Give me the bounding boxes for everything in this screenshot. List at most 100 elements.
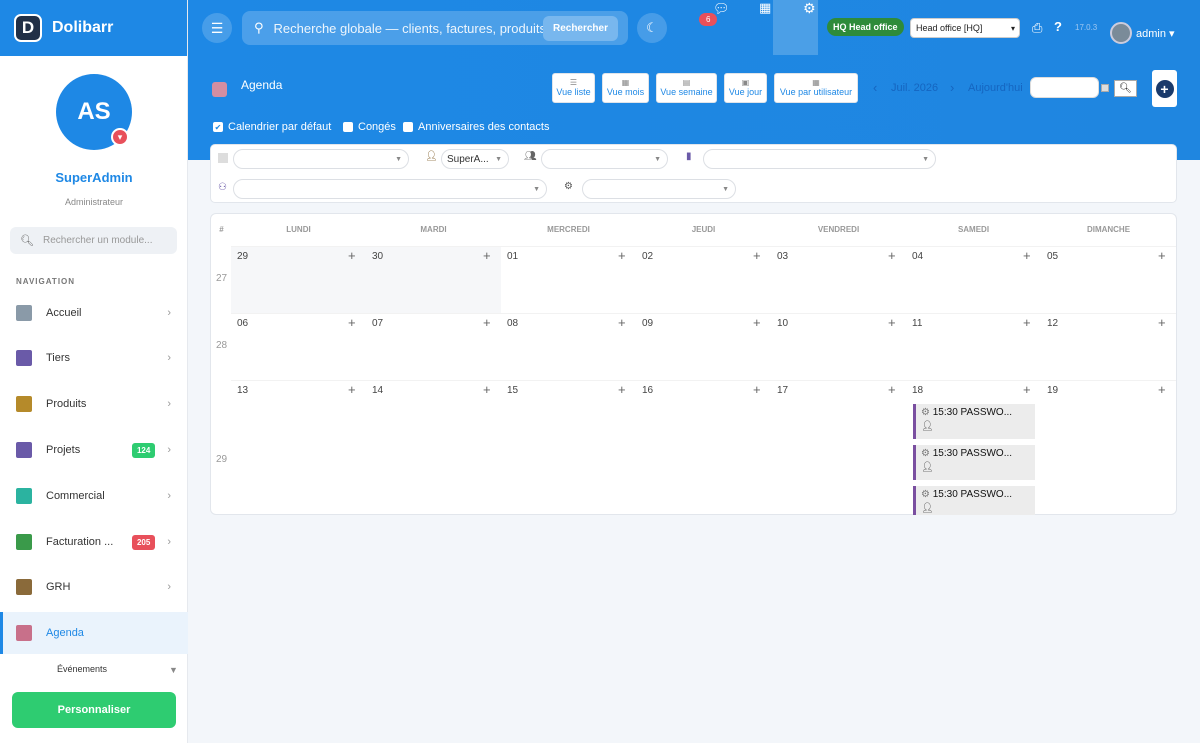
today-button[interactable]: Aujourd'hui — [968, 82, 1023, 94]
avatar-dropdown-icon[interactable]: ▾ — [111, 128, 129, 146]
checkbox-conges[interactable]: Congés — [343, 121, 396, 133]
checkbox-unchecked[interactable] — [403, 122, 413, 132]
gear-icon[interactable]: ⚙ — [803, 0, 816, 17]
calendar-day-cell[interactable] — [1041, 246, 1176, 313]
thirdparty-filter-select[interactable]: ▼ — [703, 149, 936, 169]
view-per-user-button[interactable]: ▦ Vue par utilisateur — [774, 73, 858, 103]
notification-badge[interactable]: 6 — [699, 13, 718, 26]
calendar-day-cell[interactable] — [366, 313, 501, 380]
checkbox-default-calendar[interactable]: ✔ Calendrier par défaut — [213, 121, 331, 133]
view-day-button[interactable]: ▣ Vue jour — [724, 73, 767, 103]
date-picker-icon[interactable] — [1101, 84, 1109, 92]
event-type-select[interactable]: ▼ — [233, 149, 409, 169]
add-event-plus-icon[interactable]: + — [483, 382, 491, 397]
add-event-plus-icon[interactable]: + — [1023, 248, 1031, 263]
day-number[interactable]: 12 — [1047, 318, 1058, 329]
add-event-plus-icon[interactable]: + — [618, 248, 626, 263]
add-event-plus-icon[interactable]: + — [888, 248, 896, 263]
checkbox-birthdays[interactable]: Anniversaires des contacts — [403, 121, 549, 133]
day-number[interactable]: 08 — [507, 318, 518, 329]
menu-toggle-button[interactable]: ☰ — [202, 13, 232, 43]
day-number[interactable]: 30 — [372, 251, 383, 262]
add-event-plus-icon[interactable]: + — [1158, 248, 1166, 263]
add-event-plus-icon[interactable]: + — [1158, 382, 1166, 397]
user-menu[interactable]: admin ▾ — [1136, 27, 1175, 40]
add-event-plus-icon[interactable]: + — [1023, 382, 1031, 397]
calendar-icon[interactable]: ▦ — [759, 0, 771, 16]
calendar-day-cell[interactable] — [231, 380, 366, 515]
day-number[interactable]: 14 — [372, 385, 383, 396]
calendar-day-cell[interactable] — [1041, 313, 1176, 380]
view-month-button[interactable]: ▦ Vue mois — [602, 73, 649, 103]
add-event-plus-icon[interactable]: + — [483, 248, 491, 263]
project-filter-select[interactable]: ▼ — [233, 179, 547, 199]
sidebar-item-projets[interactable]: Projets 124 › — [0, 428, 188, 472]
group-filter-select[interactable]: ▼ — [541, 149, 668, 169]
help-icon[interactable]: ? — [1054, 19, 1062, 34]
sidebar-item-produits[interactable]: Produits › — [0, 382, 188, 426]
add-event-plus-icon[interactable]: + — [483, 315, 491, 330]
checkbox-checked[interactable]: ✔ — [213, 122, 223, 132]
app-name[interactable]: Dolibarr — [52, 19, 113, 37]
add-event-plus-icon[interactable]: + — [348, 382, 356, 397]
calendar-event[interactable]: ⚙ 15:30 PASSWO... 👤︎ — [913, 404, 1035, 439]
day-number[interactable]: 29 — [237, 251, 248, 262]
customize-button[interactable]: Personnaliser — [12, 692, 176, 728]
dark-mode-icon[interactable]: ☾ — [637, 13, 667, 43]
day-number[interactable]: 17 — [777, 385, 788, 396]
add-event-plus-icon[interactable]: + — [753, 315, 761, 330]
sidebar-item-accueil[interactable]: Accueil › — [0, 291, 188, 335]
calendar-day-cell[interactable] — [636, 246, 771, 313]
add-event-plus-icon[interactable]: + — [618, 315, 626, 330]
calendar-event[interactable]: ⚙ 15:30 PASSWO... 👤︎ — [913, 445, 1035, 480]
user-filter-select[interactable]: SuperA... ▼ — [441, 149, 509, 169]
calendar-day-cell[interactable] — [501, 380, 636, 515]
day-number[interactable]: 02 — [642, 251, 653, 262]
day-number[interactable]: 18 — [912, 385, 923, 396]
status-filter-select[interactable]: ▼ — [582, 179, 736, 199]
add-event-plus-icon[interactable]: + — [753, 382, 761, 397]
checkbox-unchecked[interactable] — [343, 122, 353, 132]
user-avatar-small[interactable] — [1110, 22, 1132, 44]
add-event-plus-icon[interactable]: + — [753, 248, 761, 263]
sidebar-item-commercial[interactable]: Commercial › — [0, 474, 188, 518]
add-event-plus-icon[interactable]: + — [888, 315, 896, 330]
day-number[interactable]: 07 — [372, 318, 383, 329]
day-number[interactable]: 03 — [777, 251, 788, 262]
calendar-day-cell[interactable] — [771, 246, 906, 313]
calendar-day-cell[interactable] — [501, 246, 636, 313]
add-event-button[interactable]: + — [1152, 70, 1177, 107]
add-event-plus-icon[interactable]: + — [348, 315, 356, 330]
entity-select[interactable]: Head office [HQ] ▾ — [910, 18, 1020, 38]
view-list-button[interactable]: ☰ Vue liste — [552, 73, 595, 103]
print-icon[interactable]: ⎙ — [1032, 20, 1042, 36]
calendar-day-cell[interactable] — [771, 313, 906, 380]
sidebar-item-agenda[interactable]: Agenda — [0, 612, 188, 654]
add-event-plus-icon[interactable]: + — [348, 248, 356, 263]
day-number[interactable]: 04 — [912, 251, 923, 262]
sidebar-subitem-evenements[interactable]: Événements — [57, 664, 107, 674]
add-event-plus-icon[interactable]: + — [888, 382, 896, 397]
day-number[interactable]: 01 — [507, 251, 518, 262]
calendar-day-cell[interactable] — [1041, 380, 1176, 515]
next-month-button[interactable]: › — [950, 80, 954, 95]
calendar-day-cell[interactable] — [231, 313, 366, 380]
search-icon[interactable]: 🔍︎ — [1114, 80, 1137, 97]
add-event-plus-icon[interactable]: + — [1023, 315, 1031, 330]
calendar-day-cell[interactable] — [636, 313, 771, 380]
sidebar-item-grh[interactable]: GRH › — [0, 565, 188, 609]
date-input[interactable] — [1030, 77, 1099, 98]
add-event-plus-icon[interactable]: + — [618, 382, 626, 397]
day-number[interactable]: 09 — [642, 318, 653, 329]
calendar-day-cell[interactable] — [231, 246, 366, 313]
calendar-day-cell[interactable] — [366, 246, 501, 313]
day-number[interactable]: 11 — [912, 318, 922, 329]
add-event-plus-icon[interactable]: + — [1158, 315, 1166, 330]
previous-month-button[interactable]: ‹ — [873, 80, 877, 95]
calendar-day-cell[interactable] — [366, 380, 501, 515]
calendar-day-cell[interactable] — [906, 313, 1041, 380]
sidebar-item-tiers[interactable]: Tiers › — [0, 336, 188, 380]
sidebar-item-facturation[interactable]: Facturation ... 205 › — [0, 520, 188, 564]
calendar-day-cell[interactable] — [636, 380, 771, 515]
day-number[interactable]: 10 — [777, 318, 788, 329]
